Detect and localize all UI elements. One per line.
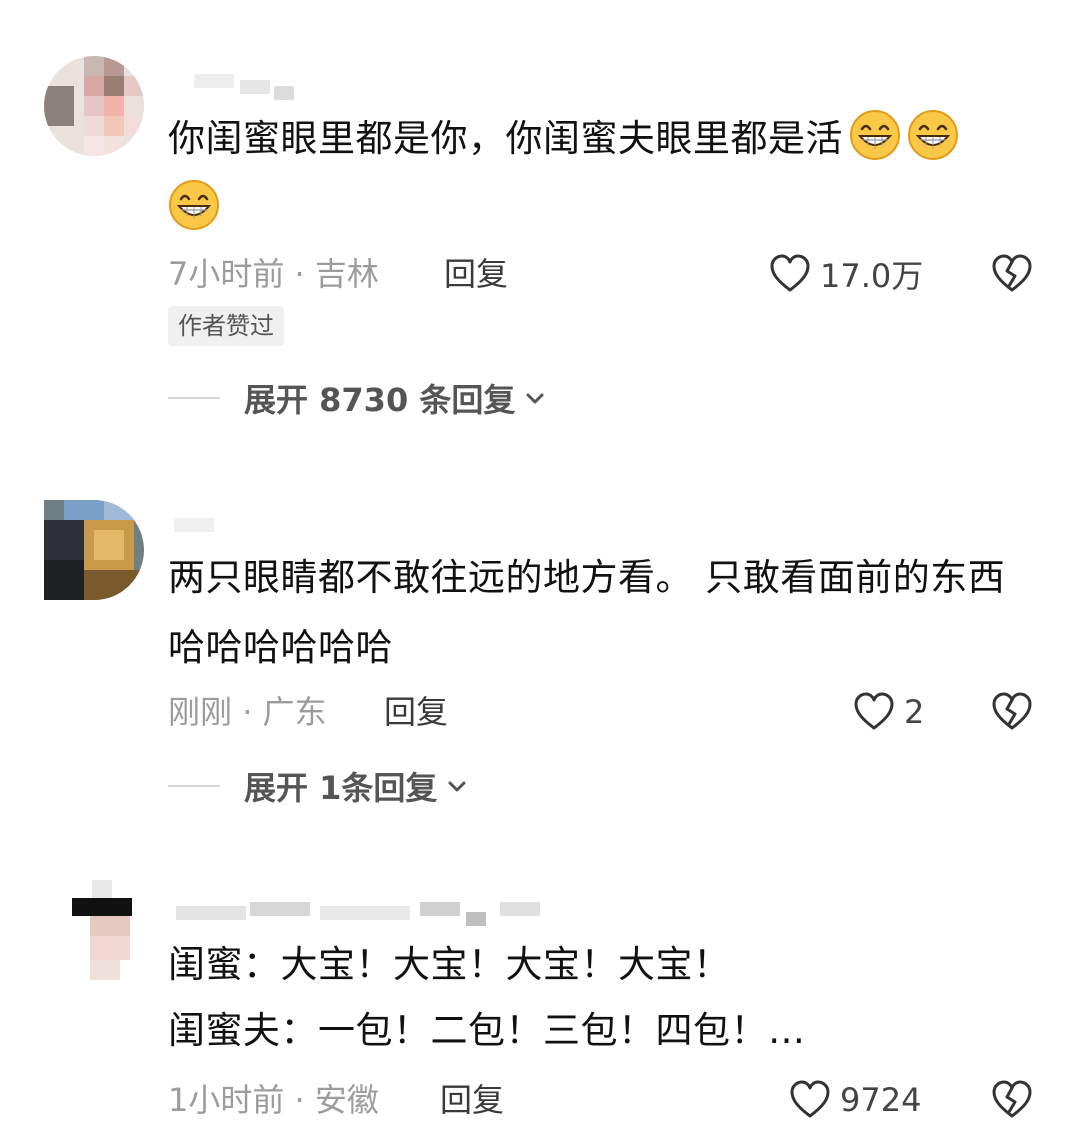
comment-text: 闺蜜：大宝！大宝！大宝！大宝！ 闺蜜夫：一包！二包！三包！四包！… <box>168 932 1038 1064</box>
avatar[interactable] <box>44 56 144 156</box>
timestamp: 7小时前 <box>168 255 285 293</box>
like-button[interactable]: 17.0万 <box>768 252 923 296</box>
avatar[interactable] <box>72 880 152 980</box>
heart-icon <box>768 252 812 296</box>
reply-button[interactable]: 回复 <box>444 252 508 296</box>
like-button[interactable]: 2 <box>852 690 924 734</box>
meta-separator: · <box>232 693 263 731</box>
username-blurred[interactable] <box>170 508 340 548</box>
reply-button[interactable]: 回复 <box>440 1078 504 1122</box>
meta-separator: · <box>284 255 315 293</box>
grinning-face-icon <box>849 109 901 161</box>
comment-meta: 1小时前 · 安徽 <box>168 1078 379 1122</box>
grinning-face-icon <box>168 179 220 231</box>
heart-icon <box>852 690 896 734</box>
comment-line-2: 闺蜜夫：一包！二包！三包！四包！… <box>168 1009 806 1052</box>
like-count: 17.0万 <box>820 257 924 295</box>
divider <box>168 785 220 787</box>
avatar[interactable] <box>44 500 144 600</box>
dislike-broken-heart-icon[interactable] <box>990 1078 1034 1122</box>
timestamp: 1小时前 <box>168 1081 285 1119</box>
chevron-down-icon <box>445 774 469 798</box>
comment-text: 两只眼睛都不敢往远的地方看。 只敢看面前的东西哈哈哈哈哈哈 <box>168 556 1006 669</box>
location: 吉林 <box>314 255 379 293</box>
username-blurred[interactable] <box>170 68 340 108</box>
comment-meta: 7小时前 · 吉林 <box>168 252 379 296</box>
like-button[interactable]: 9724 <box>788 1078 921 1122</box>
expand-replies-label: 展开 8730 条回复 <box>244 381 516 419</box>
reply-button[interactable]: 回复 <box>384 690 448 734</box>
like-count: 9724 <box>840 1081 922 1119</box>
meta-separator: · <box>284 1081 315 1119</box>
expand-replies-button[interactable]: 展开 8730 条回复 <box>168 376 547 420</box>
location: 安徽 <box>314 1081 379 1119</box>
divider <box>168 397 220 399</box>
author-liked-badge: 作者赞过 <box>168 306 284 346</box>
heart-icon <box>788 1078 832 1122</box>
like-count: 2 <box>904 693 925 731</box>
chevron-down-icon <box>523 386 547 410</box>
dislike-broken-heart-icon[interactable] <box>990 690 1034 734</box>
expand-replies-button[interactable]: 展开 1条回复 <box>168 764 469 808</box>
comment-text: 你闺蜜眼里都是你，你闺蜜夫眼里都是活 <box>168 104 1038 244</box>
expand-replies-label: 展开 1条回复 <box>244 769 438 807</box>
dislike-broken-heart-icon[interactable] <box>990 252 1034 296</box>
location: 广东 <box>262 693 327 731</box>
comment-line-1: 闺蜜：大宝！大宝！大宝！大宝！ <box>168 943 731 986</box>
timestamp: 刚刚 <box>168 693 233 731</box>
comment-meta: 刚刚 · 广东 <box>168 690 327 734</box>
comment-body: 你闺蜜眼里都是你，你闺蜜夫眼里都是活 <box>168 117 843 160</box>
grinning-face-icon <box>907 109 959 161</box>
